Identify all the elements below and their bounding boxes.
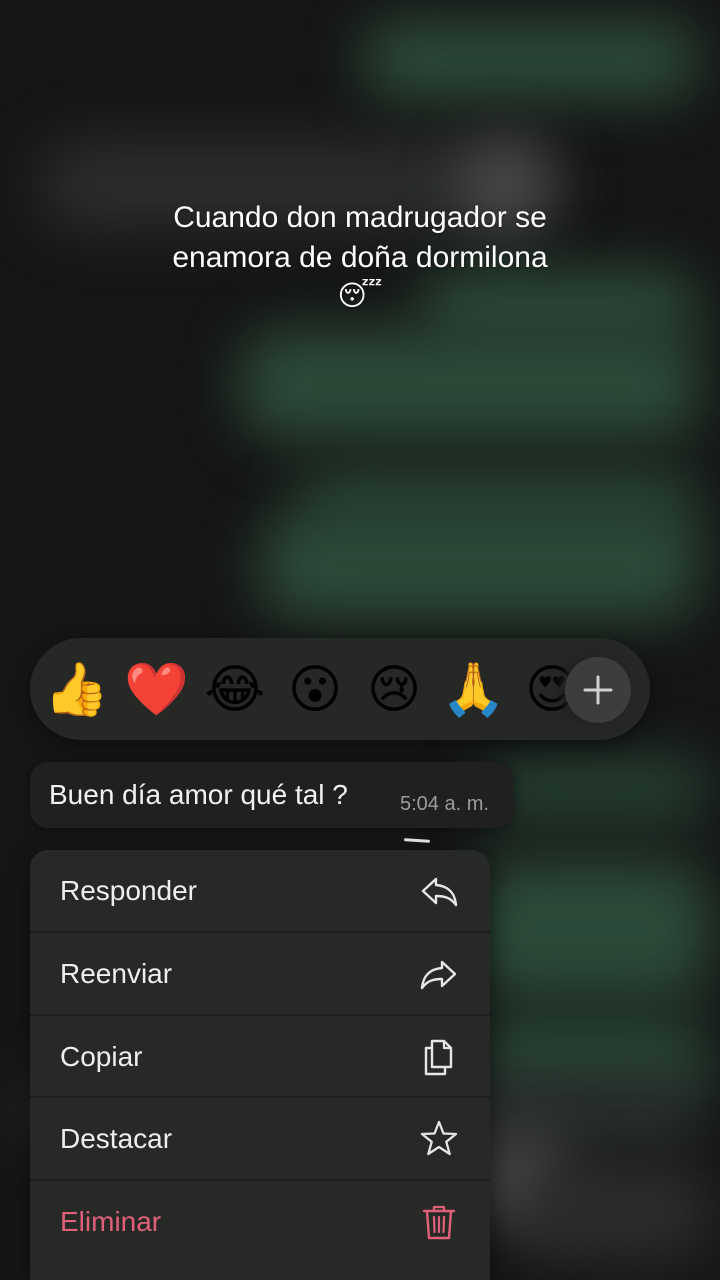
caption-line-1: Cuando don madrugador se (173, 201, 547, 234)
heart-icon[interactable]: ❤️ (124, 658, 189, 722)
menu-item-label: Responder (60, 875, 197, 906)
menu-item-star[interactable]: Destacar (30, 1098, 490, 1180)
menu-item-copy[interactable]: Copiar (30, 1016, 490, 1098)
reaction-bar: 👍 ❤️ 😂 😮 😢 🙏 😍 (30, 638, 650, 740)
menu-item-label: Copiar (60, 1041, 143, 1072)
surprised-face-icon[interactable]: 😮 (283, 658, 347, 722)
menu-item-label: Destacar (60, 1123, 173, 1154)
message-context-menu: Responder Reenviar Copiar Destacar Elimi… (30, 850, 490, 1280)
menu-item-label: Eliminar (60, 1206, 162, 1237)
more-reactions-button[interactable] (565, 657, 631, 723)
caption-line-2: enamora de doña dormilona (172, 241, 548, 274)
crying-face-icon[interactable]: 😢 (362, 658, 426, 722)
trash-icon (422, 1205, 456, 1240)
sleeping-face-icon: 😴 (337, 280, 383, 311)
tears-of-joy-icon[interactable]: 😂 (203, 658, 267, 722)
thumbs-up-icon[interactable]: 👍 (44, 658, 109, 722)
folded-hands-icon[interactable]: 🙏 (441, 658, 506, 722)
menu-item-reply[interactable]: Responder (30, 850, 490, 932)
menu-item-forward[interactable]: Reenviar (30, 933, 490, 1015)
reply-icon (421, 877, 458, 907)
message-bubble[interactable]: Buen día amor qué tal ? 5:04 a. m. (30, 762, 514, 828)
video-caption: Cuando don madrugador se enamora de doña… (60, 198, 660, 314)
forward-icon (420, 960, 457, 990)
menu-item-delete[interactable]: Eliminar (30, 1181, 490, 1263)
message-time: 5:04 a. m. (400, 793, 489, 815)
menu-item-label: Reenviar (60, 958, 173, 989)
plus-icon (583, 675, 613, 705)
copy-icon (424, 1039, 453, 1076)
message-text: Buen día amor qué tal ? (49, 779, 348, 810)
star-icon (420, 1120, 458, 1156)
chat-screen: Cuando don madrugador se enamora de doña… (0, 0, 720, 1280)
